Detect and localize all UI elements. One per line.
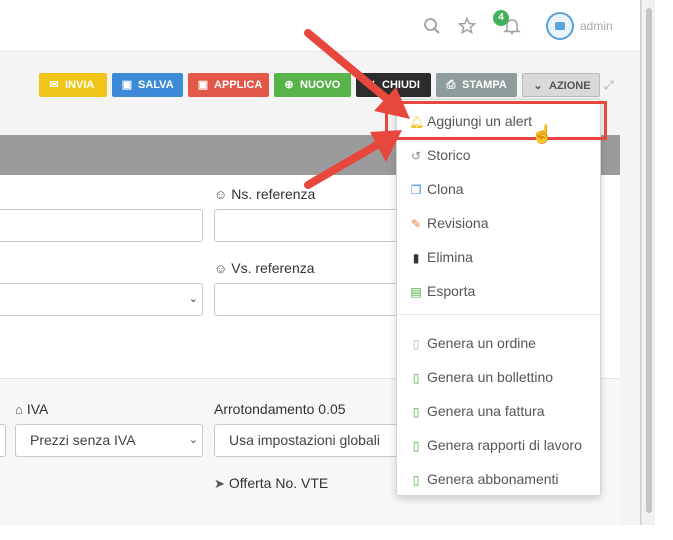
star-icon[interactable] bbox=[457, 16, 477, 37]
notification-count-badge: 4 bbox=[493, 10, 509, 26]
file-icon: ▯ bbox=[412, 337, 420, 351]
applica-button[interactable]: ▣ APPLICA bbox=[188, 73, 269, 97]
chevron-down-icon: ⌄ bbox=[533, 80, 543, 92]
envelope-icon: ✉ bbox=[49, 79, 59, 91]
menu-item-label: Esporta bbox=[427, 283, 476, 299]
invia-button[interactable]: ✉ INVIA bbox=[39, 73, 107, 97]
chevron-down-icon: ⌄ bbox=[188, 434, 198, 446]
annotation-arrow-down bbox=[304, 130, 402, 189]
menu-item-genera-fattura[interactable]: ▯ Genera una fattura bbox=[409, 399, 545, 423]
menu-item-revisiona[interactable]: ✎ Revisiona bbox=[409, 211, 489, 235]
history-icon: ↺ bbox=[410, 149, 422, 163]
azione-button[interactable]: ⌄ AZIONE bbox=[522, 73, 600, 97]
menu-item-elimina[interactable]: ▮ Elimina bbox=[409, 245, 473, 269]
menu-item-label: Revisiona bbox=[427, 215, 489, 231]
salva-button[interactable]: ▣ SALVA bbox=[112, 73, 183, 97]
iva-select-value: Prezzi senza IVA bbox=[30, 432, 136, 448]
menu-item-label: Clona bbox=[427, 181, 464, 197]
invia-button-label: INVIA bbox=[65, 79, 95, 91]
excel-file-icon: ▤ bbox=[410, 285, 422, 299]
search-icon[interactable] bbox=[422, 17, 442, 37]
menu-item-label: Storico bbox=[427, 147, 471, 163]
vs-referenza-label-text: Vs. referenza bbox=[231, 260, 315, 276]
menu-item-genera-ordine[interactable]: ▯ Genera un ordine bbox=[409, 331, 536, 355]
plus-circle-icon: ⊕ bbox=[284, 79, 294, 91]
vs-referenza-label: ☺ Vs. referenza bbox=[214, 260, 315, 276]
user-name[interactable]: admin bbox=[580, 19, 613, 33]
annotation-arrow-up bbox=[304, 29, 410, 119]
screenshot-frame: 4 admin ✉INVIA ▣SALVA ▣APPLICA ⊕NUOVO ✕C… bbox=[0, 0, 673, 540]
stampa-button[interactable]: ⎙ STAMPA bbox=[436, 73, 517, 97]
floppy-icon: ▣ bbox=[121, 79, 133, 91]
menu-item-label: Genera abbonamenti bbox=[427, 471, 559, 487]
menu-item-genera-rapporti[interactable]: ▯ Genera rapporti di lavoro bbox=[409, 433, 582, 457]
menu-item-esporta[interactable]: ▤ Esporta bbox=[409, 279, 475, 303]
menu-item-label: Elimina bbox=[427, 249, 473, 265]
iva-label: ⌂ IVA bbox=[15, 401, 48, 417]
left-select-field[interactable]: ⌄ bbox=[0, 283, 203, 316]
iva-select[interactable]: Prezzi senza IVA ⌄ bbox=[15, 424, 203, 457]
iva-label-text: IVA bbox=[26, 401, 49, 417]
vs-referenza-field[interactable] bbox=[214, 283, 404, 316]
offerta-label: ➤ Offerta No. VTE bbox=[214, 475, 328, 492]
printer-icon: ⎙ bbox=[446, 79, 456, 91]
left-text-field-1[interactable] bbox=[0, 209, 203, 242]
arrotondamento-select[interactable]: Usa impostazioni globali bbox=[214, 424, 404, 457]
menu-item-label: Genera rapporti di lavoro bbox=[427, 437, 582, 453]
azione-button-label: AZIONE bbox=[549, 80, 591, 92]
menu-item-label: Genera un bollettino bbox=[427, 369, 554, 385]
avatar[interactable] bbox=[546, 12, 574, 40]
azione-dropdown-menu: 🔔︎ Aggiungi un alert ↺ Storico ❐ Clona ✎ Rev… bbox=[396, 99, 601, 496]
expand-icon[interactable]: ⤢ bbox=[604, 78, 618, 92]
menu-item-storico[interactable]: ↺ Storico bbox=[409, 143, 471, 167]
arrotondamento-select-value: Usa impostazioni globali bbox=[229, 432, 380, 448]
copy-icon: ❐ bbox=[410, 183, 422, 197]
chevron-down-icon: ⌄ bbox=[188, 293, 198, 305]
menu-item-clona[interactable]: ❐ Clona bbox=[409, 177, 464, 201]
user-circle-icon: ☺ bbox=[214, 187, 228, 202]
menu-divider bbox=[397, 314, 600, 315]
fish-icon: ➤ bbox=[214, 476, 225, 491]
file-icon: ▯ bbox=[412, 371, 420, 385]
arrotondamento-label: Arrotondamento 0.05 bbox=[214, 401, 346, 417]
salva-button-label: SALVA bbox=[138, 79, 174, 91]
edit-icon: ✎ bbox=[410, 217, 422, 231]
menu-item-label: Genera una fattura bbox=[427, 403, 545, 419]
file-icon: ▯ bbox=[412, 439, 420, 453]
floppy-icon: ▣ bbox=[197, 79, 209, 91]
stampa-button-label: STAMPA bbox=[462, 79, 507, 91]
offerta-label-text: Offerta No. VTE bbox=[228, 475, 329, 491]
tag-icon: ⌂ bbox=[15, 402, 23, 417]
menu-item-genera-bollettino[interactable]: ▯ Genera un bollettino bbox=[409, 365, 553, 389]
user-circle-icon: ☺ bbox=[214, 261, 228, 276]
menu-item-label: Genera un ordine bbox=[427, 335, 536, 351]
ns-referenza-field[interactable] bbox=[214, 209, 404, 242]
scrollbar-thumb[interactable] bbox=[646, 8, 652, 513]
menu-item-genera-abbonamenti[interactable]: ▯ Genera abbonamenti bbox=[409, 467, 559, 491]
trash-icon: ▮ bbox=[412, 251, 420, 265]
left-cut-field[interactable] bbox=[0, 424, 6, 457]
hand-cursor-icon: ☝ bbox=[531, 124, 554, 144]
file-icon: ▯ bbox=[412, 405, 420, 419]
file-icon: ▯ bbox=[412, 473, 420, 487]
applica-button-label: APPLICA bbox=[214, 79, 263, 91]
